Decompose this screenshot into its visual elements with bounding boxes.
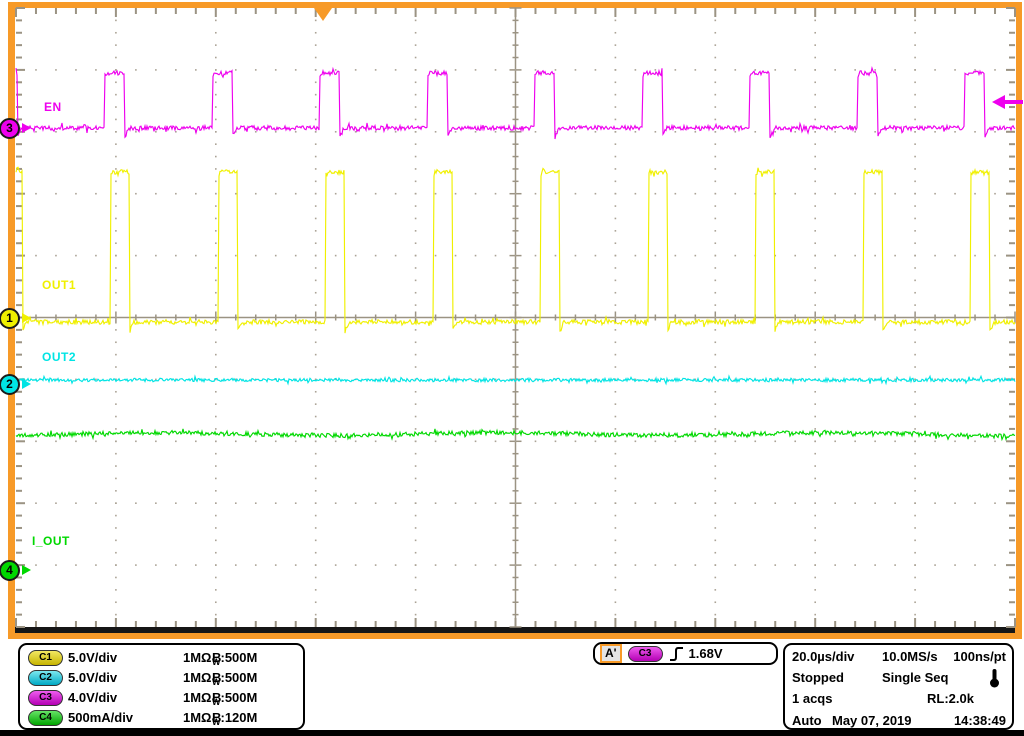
date-value: May 07, 2019: [832, 713, 912, 728]
trace-out1: [15, 166, 1016, 334]
channel-3-impedance: 1MΩ: [183, 690, 212, 705]
channel-1-impedance: 1MΩ: [183, 650, 212, 665]
acquisition-state-row: Stopped Single Seq: [785, 668, 1012, 688]
channel-4-ground-marker[interactable]: 4: [0, 560, 33, 582]
channel-3-readout-row: C3 4.0V/div 1MΩ B W:500M: [20, 688, 303, 707]
bw-value: :500M: [220, 670, 258, 685]
rising-edge-icon: [669, 646, 683, 661]
channel-readout-box: C1 5.0V/div 1MΩ B W:500M C2 5.0V/div 1MΩ …: [18, 643, 305, 730]
channel-1-badge: 1: [0, 308, 20, 329]
time-value: 14:38:49: [953, 713, 1006, 728]
bottom-black-bar: [0, 730, 1024, 736]
timebase-acquisition-box: 20.0µs/div 10.0MS/s 100ns/pt Stopped Sin…: [783, 643, 1014, 730]
channel-2-badge: 2: [0, 374, 20, 395]
channel-1-readout-row: C1 5.0V/div 1MΩ B W:500M: [20, 648, 303, 667]
trigger-position-marker-icon[interactable]: [314, 8, 332, 21]
channel-3-badge: 3: [0, 118, 20, 139]
channel-4-pill[interactable]: C4: [28, 710, 63, 726]
timebase-row: 20.0µs/div 10.0MS/s 100ns/pt: [785, 647, 1012, 666]
datetime-row: Auto May 07, 2019 14:38:49: [785, 711, 1012, 730]
channel-3-arrow-icon: [22, 123, 31, 133]
waveform-traces-svg: [15, 65, 1016, 442]
channel-2-pill[interactable]: C2: [28, 670, 63, 686]
sample-rate: 10.0MS/s: [882, 649, 938, 664]
trigger-source-pill[interactable]: C3: [627, 645, 663, 662]
channel-3-ground-marker[interactable]: 3: [0, 118, 33, 140]
bw-value: :120M: [220, 710, 258, 725]
record-length: RL:2.0k: [927, 691, 974, 706]
trigger-readout-box[interactable]: A' C3 1.68V: [593, 642, 778, 665]
channel-4-readout-row: C4 500mA/div 1MΩ B W:120M: [20, 708, 303, 727]
channel-4-bandwidth: B W:120M: [212, 708, 257, 732]
trigger-level-value: 1.68V: [688, 646, 723, 661]
acquisition-mode: Single Seq: [882, 670, 949, 685]
channel-1-arrow-icon: [22, 313, 31, 323]
sample-resolution: 100ns/pt: [953, 649, 1006, 664]
trace-label-out1: OUT1: [42, 278, 77, 292]
channel-3-scale: 4.0V/div: [68, 690, 118, 705]
trigger-system-label: A': [600, 644, 622, 663]
channel-2-readout-row: C2 5.0V/div 1MΩ B W:500M: [20, 668, 303, 687]
channel-2-ground-marker[interactable]: 2: [0, 374, 33, 396]
channel-1-pill[interactable]: C1: [28, 650, 63, 666]
acquisition-count-row: 1 acqs RL:2.0k: [785, 689, 1012, 708]
trigger-level-arrow-icon[interactable]: [992, 94, 1023, 110]
trace-en: [15, 65, 1016, 140]
trace-out2: [15, 374, 1016, 386]
timebase-scale: 20.0µs/div: [792, 649, 855, 664]
channel-4-scale: 500mA/div: [68, 710, 134, 725]
channel-3-pill[interactable]: C3: [28, 690, 63, 706]
trigger-mode: Auto: [792, 713, 822, 728]
trace-label-en: EN: [44, 100, 62, 114]
bw-value: :500M: [220, 650, 258, 665]
trace-i_out: [15, 428, 1016, 442]
bw-value: :500M: [220, 690, 258, 705]
channel-1-scale: 5.0V/div: [68, 650, 118, 665]
channel-2-impedance: 1MΩ: [183, 670, 212, 685]
acquisition-count: 1 acqs: [792, 691, 833, 706]
channel-4-badge: 4: [0, 560, 20, 581]
trace-label-out2: OUT2: [42, 350, 77, 364]
channel-4-impedance: 1MΩ: [183, 710, 212, 725]
acquisition-state: Stopped: [792, 670, 844, 685]
trace-label-iout: I_OUT: [32, 534, 70, 548]
channel-2-arrow-icon: [22, 379, 31, 389]
channel-4-arrow-icon: [22, 565, 31, 575]
temperature-indicator-icon: [990, 669, 999, 688]
channel-1-ground-marker[interactable]: 1: [0, 308, 33, 330]
channel-2-scale: 5.0V/div: [68, 670, 118, 685]
